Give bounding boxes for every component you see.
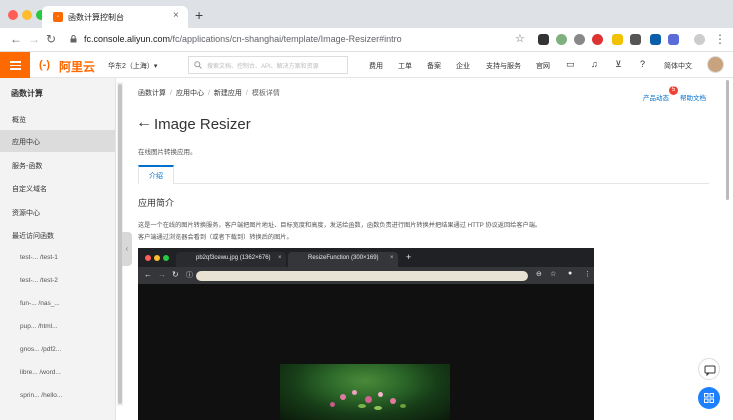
extension-icon[interactable] [592,34,603,45]
apps-button[interactable] [698,387,720,409]
browser-tab-bar: - 函数计算控制台 × + [0,0,733,28]
address-bar[interactable]: fc.console.aliyun.com/fc/applications/cn… [62,31,532,49]
sidebar-item-overview[interactable]: 概览 [0,108,115,130]
product-news-link[interactable]: 产品动态 [643,92,669,102]
tab-intro[interactable]: 介绍 [138,165,174,184]
demo-new-tab-icon: + [406,252,412,262]
close-window-button[interactable] [8,10,18,20]
chat-icon [704,365,716,377]
hamburger-menu-icon[interactable] [0,52,30,78]
nav-enterprise[interactable]: 企业 [456,61,470,71]
nav-filing[interactable]: 备案 [427,61,441,71]
demo-address-bar [196,271,528,281]
logo-text: 阿里云 [59,60,96,74]
profile-icon[interactable] [694,34,705,45]
lock-icon [70,35,77,43]
search-placeholder: 搜索文档、控制台、API、解决方案和资源 [207,64,319,70]
demo-screenshot: pb2qf3cewu.jpg (1362×676) × ResizeFunctio… [138,248,594,420]
recent-function-item[interactable]: sprin... /hello... [0,385,115,407]
page-scrollbar-thumb[interactable] [726,80,729,200]
language-selector[interactable]: 简体中文 [664,61,692,71]
browser-toolbar: ← → ↻ fc.console.aliyun.com/fc/applicati… [0,28,733,52]
extension-icon[interactable] [556,34,567,45]
region-selector[interactable]: 华东2（上海）▾ [108,61,157,71]
breadcrumb-item[interactable]: 新建应用 [214,90,242,97]
search-input[interactable]: 搜索文档、控制台、API、解决方案和资源 [188,56,348,74]
nav-tickets[interactable]: 工单 [398,61,412,71]
back-arrow-icon[interactable]: ← [136,114,152,132]
console-header: (-) 阿里云 华东2（上海）▾ 搜索文档、控制台、API、解决方案和资源 费用… [0,52,733,78]
help-icon[interactable]: ? [640,59,645,69]
tab-close-icon[interactable]: × [173,10,179,21]
recent-function-item[interactable]: fun-... /nas_... [0,293,115,315]
extension-icon[interactable] [650,34,661,45]
sidebar-item-resources[interactable]: 资源中心 [0,201,115,223]
notification-badge: 5 [669,86,678,95]
description-line: 客户端通过浏览器会看到（或者下载到）转换后的图片。 [138,234,293,241]
extension-icon[interactable] [612,34,623,45]
sidebar-title: 函数计算 [11,89,43,98]
resized-image [280,364,450,420]
extension-icon[interactable] [574,34,585,45]
chat-button[interactable] [698,358,720,380]
url-text: fc.console.aliyun.com/fc/applications/cn… [84,34,402,44]
description-line: 这是一个在线的图片转换服务，客户端把图片地址、目标宽度和高度，发送给函数，函数负… [138,222,542,229]
extension-icon[interactable] [538,34,549,45]
collapse-sidebar-button[interactable]: ‹ [122,232,132,266]
back-icon[interactable]: ← [10,32,22,46]
demo-tab: pb2qf3cewu.jpg (1362×676) × [176,252,286,267]
bell-icon[interactable]: ♫ [591,59,598,69]
demo-tab: ResizeFunction (300×169) × [288,252,398,267]
logo-mark: (-) [39,59,50,71]
search-icon [194,61,202,69]
minimize-window-button[interactable] [22,10,32,20]
page-subtitle: 在线图片转换应用。 [138,149,197,156]
demo-tab-bar: pb2qf3cewu.jpg (1362×676) × ResizeFunctio… [138,248,594,267]
menu-icon[interactable]: ⋮ [714,32,726,46]
extension-icon[interactable] [668,34,679,45]
browser-tab[interactable]: - 函数计算控制台 × [42,6,188,28]
help-docs-link[interactable]: 帮助文档 [680,92,706,102]
terminal-icon[interactable]: ▭ [566,59,575,70]
reload-icon[interactable]: ↻ [46,32,56,46]
extension-icon[interactable] [630,34,641,45]
recent-function-item[interactable]: pup... /html... [0,316,115,338]
section-title: 应用简介 [138,198,175,208]
recent-function-item[interactable]: test-... /test-1 [0,247,115,269]
new-tab-icon[interactable]: + [195,7,203,23]
demo-toolbar: ← → ↻ ⓘ ⊖ ☆ ● ⋮ [138,267,594,284]
breadcrumb-current: 模板详情 [251,90,280,97]
tab-title: 函数计算控制台 [68,13,124,22]
breadcrumb-item[interactable]: 函数计算 [138,90,166,97]
breadcrumb-item[interactable]: 应用中心 [176,90,204,97]
cart-icon[interactable]: ⊻ [615,59,622,70]
forward-icon[interactable]: → [28,32,40,46]
nav-support[interactable]: 支持与服务 [486,61,521,71]
sidebar-item-app-center[interactable]: 应用中心 [0,130,115,152]
grid-icon [704,393,714,403]
sidebar: 函数计算 概览 应用中心 服务-函数 自定义域名 资源中心 最近访问函数 tes… [0,78,116,420]
aliyun-favicon-icon: - [53,12,63,22]
page-title: Image Resizer [154,116,251,133]
recent-function-item[interactable]: libre... /word... [0,362,115,384]
tabs-divider [138,183,709,184]
sidebar-item-recent-functions[interactable]: 最近访问函数 [0,224,115,246]
breadcrumb: 函数计算 / 应用中心 / 新建应用 / 模板详情 [138,90,280,97]
nav-official-site[interactable]: 官网 [536,61,550,71]
bookmark-star-icon[interactable]: ☆ [515,32,525,45]
recent-function-item[interactable]: test-... /test-2 [0,270,115,292]
avatar[interactable] [707,56,724,73]
sidebar-item-services[interactable]: 服务-函数 [0,154,115,176]
nav-fees[interactable]: 费用 [369,61,383,71]
recent-function-item[interactable]: gnos... /pdf2... [0,339,115,361]
sidebar-item-custom-domain[interactable]: 自定义域名 [0,177,115,199]
